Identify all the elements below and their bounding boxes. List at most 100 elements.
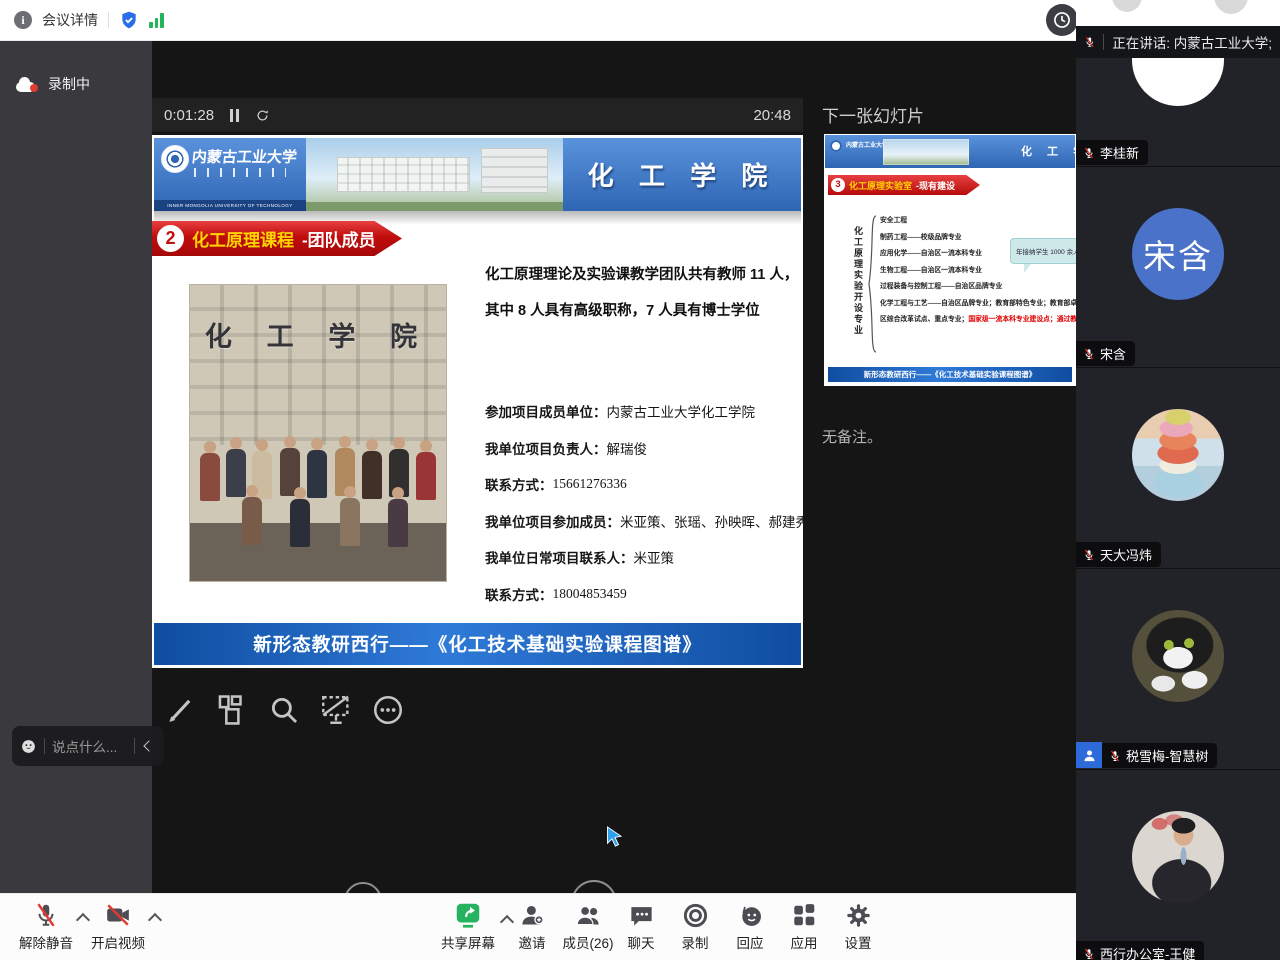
avatar xyxy=(1132,610,1224,702)
left-panel: 录制中 说点什么... xyxy=(0,40,152,893)
thumb-line-7: 区综合改革试点、重点专业；国家级一流本科专业建设点；通过教育部工程 xyxy=(880,315,1076,325)
share-screen-icon xyxy=(453,900,483,930)
avatar: 宋含 xyxy=(1132,208,1224,300)
mic-muted-icon xyxy=(1083,147,1095,159)
chat-icon xyxy=(628,902,655,929)
thumb-emblem-icon xyxy=(830,140,842,152)
avatar xyxy=(1132,58,1224,106)
name-label: 宋含 xyxy=(1076,341,1135,366)
name-label: 税雪梅-智慧树 xyxy=(1102,743,1217,768)
college-title: 化 工 学 院 xyxy=(563,138,801,211)
divider xyxy=(134,738,135,754)
avatar xyxy=(1132,409,1224,501)
recording-label: 录制中 xyxy=(48,74,90,94)
slide-footer-banner: 新形态教研西行——《化工技术基础实验课程图谱》 xyxy=(154,623,801,665)
settings-button[interactable]: 设置 xyxy=(820,899,896,952)
record-icon xyxy=(682,902,709,929)
profile-badge-icon xyxy=(1076,742,1102,768)
mic-muted-icon xyxy=(1083,549,1095,561)
slide-heading: 化工原理理论及实验课教学团队共有教师 11 人， 其中 8 人具有高级职称，7 … xyxy=(485,257,799,329)
thumb-section-ribbon: 3 化工原理实验室-现有建设 xyxy=(828,175,980,195)
mic-muted-icon xyxy=(1084,35,1095,49)
chat-placeholder[interactable]: 说点什么... xyxy=(52,736,127,756)
current-slide: 内蒙古工业大学 INNER MONGOLIA UNIVERSITY OF TEC… xyxy=(152,135,803,668)
presenter-timer-bar: 0:01:28 20:48 xyxy=(152,98,803,132)
participant-tile[interactable]: 税雪梅-智慧树 xyxy=(1076,569,1280,770)
building-windows xyxy=(190,285,446,445)
meeting-details-button[interactable]: 会议详情 xyxy=(42,10,98,30)
campus-building-photo xyxy=(306,138,563,211)
participant-tile[interactable]: 西行办公室-王健 xyxy=(1076,770,1280,960)
network-signal-icon[interactable] xyxy=(149,13,164,28)
info-icon[interactable]: i xyxy=(14,11,32,29)
mongolian-script-decoration xyxy=(194,168,286,177)
unmute-button[interactable]: 解除静音 xyxy=(8,899,84,952)
heading-line-1: 化工原理理论及实验课教学团队共有教师 11 人， xyxy=(485,257,799,293)
detail-row: 我单位日常项目联系人：米亚策 xyxy=(485,539,801,576)
invite-icon xyxy=(519,902,546,929)
thumb-callout-tail xyxy=(1024,264,1031,273)
annotation-toolbar xyxy=(158,688,410,732)
next-slide-thumbnail[interactable]: 内蒙古工业大学 化 工 学 院 3 化工原理实验室-现有建设 化工原理实验开设专… xyxy=(824,134,1076,386)
name-label: 西行办公室-王健 xyxy=(1076,941,1204,960)
bottom-toolbar: 解除静音 开启视频 共享屏幕 邀请 成员(26) 聊天 录制 xyxy=(0,893,1076,960)
recording-indicator: 录制中 xyxy=(16,74,90,94)
slide-header-banner: 内蒙古工业大学 INNER MONGOLIA UNIVERSITY OF TEC… xyxy=(154,138,801,211)
thumb-callout-bubble: 年接纳学生 1000 余人次 xyxy=(1010,238,1076,264)
pause-icon[interactable] xyxy=(230,109,239,122)
emoji-icon[interactable] xyxy=(20,738,37,755)
more-tools-button[interactable] xyxy=(366,688,410,732)
name-label: 李桂新 xyxy=(1076,140,1148,165)
mic-muted-icon xyxy=(33,901,59,929)
detail-row: 我单位项目负责人：解瑞俊 xyxy=(485,430,801,467)
section-title-rest: -团队成员 xyxy=(302,226,376,251)
detail-row: 联系方式：15661276336 xyxy=(485,466,801,503)
collapse-chat-icon[interactable] xyxy=(143,740,154,751)
zoom-tool-button[interactable] xyxy=(262,688,306,732)
detail-row: 参加项目成员单位：内蒙古工业大学化工学院 xyxy=(485,393,801,430)
apps-grid-icon xyxy=(791,902,817,928)
thumb-header-banner: 内蒙古工业大学 化 工 学 院 xyxy=(825,135,1075,168)
thumb-footer-banner: 新形态教研西行——《化工技术基础实验课程图谱》 xyxy=(828,367,1072,382)
speaker-notes: 无备注。 xyxy=(822,426,882,447)
thumb-building-photo xyxy=(883,139,969,165)
university-logo: 内蒙古工业大学 INNER MONGOLIA UNIVERSITY OF TEC… xyxy=(154,138,306,211)
meeting-timer-button[interactable] xyxy=(1046,4,1078,36)
building-sign-text: 化 工 学 院 xyxy=(190,315,446,354)
thumb-university-name: 内蒙古工业大学 xyxy=(846,140,888,149)
detail-row: 我单位项目参加成员：米亚策、张瑶、孙映晖、郝建秀 xyxy=(485,503,801,540)
thumb-vertical-label: 化工原理实验开设专业 xyxy=(850,218,864,344)
black-screen-button[interactable] xyxy=(314,688,358,732)
next-slide-title: 下一张幻灯片 xyxy=(822,102,924,127)
detail-row: 联系方式：18004853459 xyxy=(485,576,801,613)
participants-sidebar: 正在讲话: 内蒙古工业大学; 李桂新 宋含 宋含 天大冯炜 xyxy=(1076,0,1280,960)
restart-timer-icon[interactable] xyxy=(255,108,270,123)
section-ribbon: 2 化工原理课程-团队成员 xyxy=(152,221,402,256)
participant-tile[interactable]: 天大冯炜 xyxy=(1076,368,1280,569)
university-emblem-icon xyxy=(161,145,189,173)
participant-tile[interactable]: 宋含 宋含 xyxy=(1076,167,1280,368)
slide-thumbnails-button[interactable] xyxy=(210,688,254,732)
section-number: 2 xyxy=(157,225,184,252)
meeting-window: i 会议详情 录制中 xyxy=(0,0,1280,960)
security-shield-icon[interactable] xyxy=(119,10,139,30)
pen-tool-button[interactable] xyxy=(158,688,202,732)
settings-gear-icon xyxy=(845,902,872,929)
camera-muted-icon xyxy=(104,902,132,928)
heading-line-2: 其中 8 人具有高级职称，7 人具有博士学位 xyxy=(485,293,799,329)
thumb-section-number: 3 xyxy=(831,178,845,192)
university-name-en: INNER MONGOLIA UNIVERSITY OF TECHNOLOGY xyxy=(154,200,306,211)
sidebar-top-strip xyxy=(1076,0,1280,26)
reaction-icon xyxy=(737,902,764,929)
name-label: 天大冯炜 xyxy=(1076,542,1161,567)
divider xyxy=(1103,34,1104,50)
chat-input[interactable]: 说点什么... xyxy=(12,726,164,766)
current-time: 20:48 xyxy=(753,107,791,124)
participant-tile[interactable]: 李桂新 xyxy=(1076,58,1280,167)
thumb-bracket xyxy=(866,214,878,354)
active-speaker-text: 正在讲话: 内蒙古工业大学; xyxy=(1112,32,1272,52)
members-icon xyxy=(575,902,602,929)
start-video-button[interactable]: 开启视频 xyxy=(80,899,156,952)
slide-detail-list: 参加项目成员单位：内蒙古工业大学化工学院 我单位项目负责人：解瑞俊 联系方式：1… xyxy=(485,393,801,612)
cloud-recording-icon xyxy=(16,77,40,92)
